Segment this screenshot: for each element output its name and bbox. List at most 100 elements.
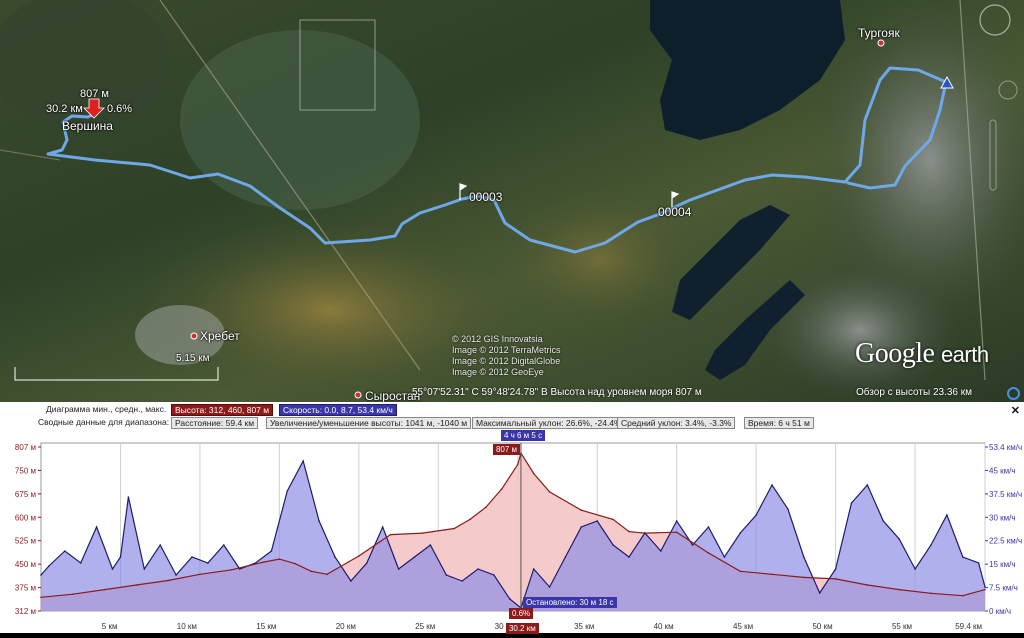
x-tick-label: 15 км [256,622,276,631]
elevation-chip[interactable]: Высота: 312, 460, 807 м [171,404,274,416]
x-tick-label: 59.4 км [955,622,982,631]
elevation-point [167,579,169,582]
elevation-point [930,592,932,595]
speed-point [95,526,98,528]
pointer-coordinates: 55°07'52.31" С 59°48'24.78" В Высота над… [412,387,702,398]
y-tick-label-left: 600 м [15,513,36,522]
elevation-point [453,527,455,530]
speed-point [787,508,789,510]
elevation-point [898,588,900,591]
summary-row: Сводные данные для диапазона: Расстояние… [0,416,1024,429]
summary-distance: Расстояние: 59.4 км [171,417,259,429]
speed-point [977,562,980,564]
speed-point [334,556,336,558]
speed-point [675,520,678,522]
speed-chip[interactable]: Скорость: 0.0, 8.7, 53.4 км/ч [279,404,397,416]
speed-point [48,565,50,567]
chart-canvas[interactable]: 807 м 750 м 675 м 600 м 525 м 450 м 375 м 312 м… [0,438,1024,633]
speed-point [930,544,932,546]
speed-point [866,484,869,486]
elevation-point [262,561,265,563]
x-tick-label: 45 км [733,622,753,631]
speed-point [40,574,42,576]
speed-point [127,496,130,498]
x-tick-label: 5 км [102,622,118,631]
x-tick-label: 40 км [654,622,674,631]
status-bar: 55°07'52.31" С 59°48'24.78" В Высота над… [0,385,1024,402]
speed-point [413,556,416,558]
y-tick-label-left: 312 м [15,607,36,616]
y-tick-label-left: 525 м [15,537,36,546]
place-turgoyak[interactable]: Тургояк [858,26,900,40]
place-khrebet[interactable]: Хребет [200,329,240,343]
summary-time: Время: 6 ч 51 м [744,417,814,429]
x-tick-label: 25 км [415,622,435,631]
speed-point [207,562,209,564]
speed-point [691,544,694,546]
speed-point [803,556,805,558]
elevation-point [135,584,138,586]
y-tick-label-left: 375 м [15,584,36,593]
elevation-point [199,573,201,576]
elevation-point [40,596,42,599]
speed-point [612,544,614,546]
waypoint-00004[interactable]: 00004 [658,205,691,219]
speed-point [143,568,146,570]
speed-point [739,532,742,534]
elevation-point [501,488,503,490]
y-tick-label-right: 0 км/ч [989,607,1011,616]
speed-point [159,544,161,546]
scale-label: 5.15 км [176,353,210,364]
speed-point [818,592,821,594]
peak-grade-label: 0.6% [107,103,133,115]
speed-point [723,556,726,558]
place-vershina[interactable]: Вершина [62,119,113,133]
speed-point [254,562,257,564]
elevation-point [548,491,551,493]
elevation-point [675,531,678,533]
speed-point [532,568,535,570]
speed-point [580,526,583,528]
map-view[interactable]: 807 м 30.2 км 0.6% Вершина Тургояк Хребе… [0,0,1024,402]
speed-point [365,562,368,564]
speed-point [644,532,646,534]
speed-point [477,568,479,570]
speed-point [461,580,463,582]
elevation-point [421,532,424,534]
elevation-point [771,573,773,576]
elevation-point [326,573,328,576]
summary-gain: Увеличение/уменьшение высоты: 1041 м, -1… [266,417,472,429]
speed-point [755,514,757,516]
speed-point [628,556,630,558]
elevation-point [103,588,106,591]
elevation-point [866,584,869,586]
elevation-point [278,558,281,560]
stopped-tag: Остановлено: 30 м 18 с [522,597,617,608]
speed-point [596,520,599,522]
cursor-distance-tag: 30.2 км [505,623,539,634]
y-tick-label-left: 750 м [15,466,36,475]
waypoint-00003[interactable]: 00003 [469,190,502,204]
speed-point [707,526,710,528]
elevation-point [310,570,312,573]
speed-point [238,568,241,570]
streaming-icon [1007,387,1020,400]
elevation-point [230,568,233,571]
scale-bar [14,366,219,382]
speed-point [834,568,837,570]
y-tick-label-left: 807 м [15,443,36,452]
eye-altitude: Обзор с высоты 23.36 км [856,387,972,398]
speed-point [302,460,305,462]
speed-point [381,526,384,528]
speed-point [318,520,320,522]
speed-point [771,484,773,486]
peak-dist-label: 30.2 км [46,103,83,115]
speed-point [175,574,177,576]
speed-point [64,550,66,552]
elevation-speed-chart[interactable]: 807 м 750 м 675 м 600 м 525 м 450 м 375 м 312 м… [0,430,1024,634]
elevation-point [580,509,583,511]
x-tick-label: 50 км [812,622,832,631]
speed-point [445,574,448,576]
speed-point [222,544,225,546]
elevation-point [389,533,392,536]
